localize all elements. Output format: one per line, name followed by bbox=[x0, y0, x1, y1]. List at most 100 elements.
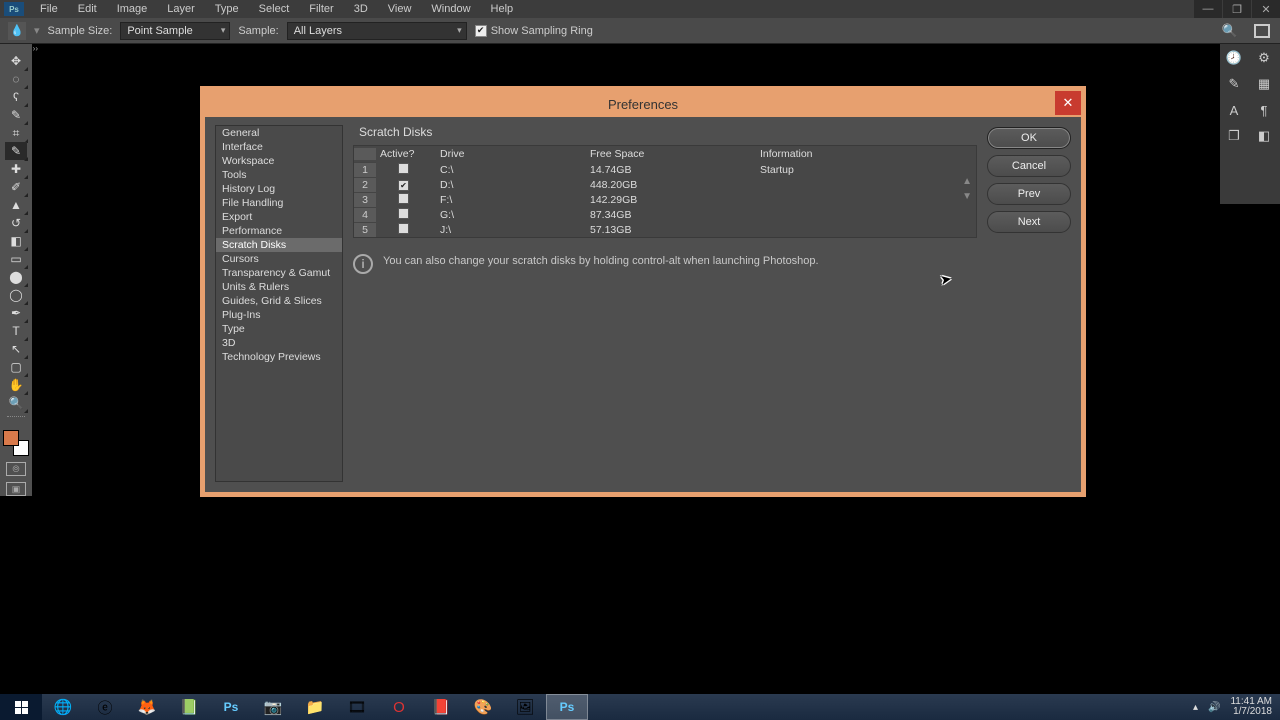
taskbar-mediaplayer[interactable]: 🎞 bbox=[336, 694, 378, 720]
search-icon[interactable]: 🔍 bbox=[1222, 23, 1238, 39]
minimize-button[interactable]: — bbox=[1194, 0, 1222, 18]
channels-panel-icon[interactable]: ◧ bbox=[1252, 126, 1276, 146]
taskbar-firefox[interactable]: 🦊 bbox=[126, 694, 168, 720]
character-panel-icon[interactable]: A bbox=[1222, 100, 1246, 120]
taskbar-camera[interactable]: 📷 bbox=[252, 694, 294, 720]
shape-tool[interactable]: ▢ bbox=[5, 358, 27, 376]
taskbar-chrome[interactable]: 🌐 bbox=[42, 694, 84, 720]
eyedropper-icon[interactable]: 💧 bbox=[8, 22, 26, 40]
table-row[interactable]: 1C:\14.74GBStartup bbox=[354, 162, 952, 177]
properties-panel-icon[interactable]: ⚙ bbox=[1252, 48, 1276, 68]
pref-category-3d[interactable]: 3D bbox=[216, 336, 342, 350]
pref-category-export[interactable]: Export bbox=[216, 210, 342, 224]
move-tool[interactable]: ✥ bbox=[5, 52, 27, 70]
pref-category-workspace[interactable]: Workspace bbox=[216, 154, 342, 168]
gradient-tool[interactable]: ▭ bbox=[5, 250, 27, 268]
menu-edit[interactable]: Edit bbox=[68, 3, 107, 15]
quick-select-tool[interactable]: ✎ bbox=[5, 106, 27, 124]
pref-category-units-rulers[interactable]: Units & Rulers bbox=[216, 280, 342, 294]
crop-tool[interactable]: ⌗ bbox=[5, 124, 27, 142]
taskbar-ie[interactable]: ⓔ bbox=[84, 694, 126, 720]
taskbar-explorer[interactable]: 📁 bbox=[294, 694, 336, 720]
taskbar-app1[interactable]: 🎨 bbox=[462, 694, 504, 720]
expand-toolbox-icon[interactable]: ›› bbox=[33, 44, 38, 53]
table-row[interactable]: 5J:\57.13GB bbox=[354, 222, 952, 237]
prev-button[interactable]: Prev bbox=[987, 183, 1071, 205]
menu-window[interactable]: Window bbox=[421, 3, 480, 15]
sample-dropdown[interactable]: All Layers bbox=[287, 22, 467, 40]
eraser-tool[interactable]: ◧ bbox=[5, 232, 27, 250]
type-tool[interactable]: T bbox=[5, 322, 27, 340]
show-sampling-ring-checkbox[interactable]: ✔ Show Sampling Ring bbox=[475, 25, 593, 37]
layers-panel-icon[interactable]: ❐ bbox=[1222, 126, 1246, 146]
pref-category-type[interactable]: Type bbox=[216, 322, 342, 336]
pref-category-scratch-disks[interactable]: Scratch Disks bbox=[216, 238, 342, 252]
taskbar-photoshop[interactable]: Ps bbox=[210, 694, 252, 720]
healing-tool[interactable]: ✚ bbox=[5, 160, 27, 178]
eyedropper-tool[interactable]: ✎ bbox=[5, 142, 27, 160]
tray-up-icon[interactable]: ▴ bbox=[1193, 702, 1198, 713]
blur-tool[interactable]: ⬤ bbox=[5, 268, 27, 286]
active-checkbox[interactable] bbox=[398, 223, 409, 234]
menu-3d[interactable]: 3D bbox=[344, 3, 378, 15]
path-select-tool[interactable]: ↖ bbox=[5, 340, 27, 358]
menu-filter[interactable]: Filter bbox=[299, 3, 343, 15]
brush-tool[interactable]: ✐ bbox=[5, 178, 27, 196]
brush-panel-icon[interactable]: ✎ bbox=[1222, 74, 1246, 94]
move-up-button[interactable]: ▲ bbox=[962, 176, 972, 187]
menu-type[interactable]: Type bbox=[205, 3, 249, 15]
menu-select[interactable]: Select bbox=[249, 3, 300, 15]
active-checkbox[interactable] bbox=[398, 208, 409, 219]
pref-category-file-handling[interactable]: File Handling bbox=[216, 196, 342, 210]
screenmode-icon[interactable]: ▣ bbox=[6, 482, 26, 496]
taskbar-opera[interactable]: O bbox=[378, 694, 420, 720]
sample-size-dropdown[interactable]: Point Sample bbox=[120, 22, 230, 40]
pref-category-plug-ins[interactable]: Plug-Ins bbox=[216, 308, 342, 322]
menu-file[interactable]: File bbox=[30, 3, 68, 15]
pen-tool[interactable]: ✒ bbox=[5, 304, 27, 322]
color-swatches[interactable] bbox=[3, 430, 29, 456]
ok-button[interactable]: OK bbox=[987, 127, 1071, 149]
cancel-button[interactable]: Cancel bbox=[987, 155, 1071, 177]
menu-layer[interactable]: Layer bbox=[157, 3, 205, 15]
pref-category-general[interactable]: General bbox=[216, 126, 342, 140]
dialog-close-button[interactable]: ✕ bbox=[1055, 91, 1081, 115]
pref-category-tools[interactable]: Tools bbox=[216, 168, 342, 182]
pref-category-guides-grid-slices[interactable]: Guides, Grid & Slices bbox=[216, 294, 342, 308]
swatches-panel-icon[interactable]: ▦ bbox=[1252, 74, 1276, 94]
taskbar-app2[interactable]: 🖼 bbox=[504, 694, 546, 720]
tray-volume-icon[interactable]: 🔊 bbox=[1208, 702, 1220, 713]
zoom-tool[interactable]: 🔍 bbox=[5, 394, 27, 412]
pref-category-transparency-gamut[interactable]: Transparency & Gamut bbox=[216, 266, 342, 280]
history-panel-icon[interactable]: 🕗 bbox=[1222, 48, 1246, 68]
history-brush-tool[interactable]: ↺ bbox=[5, 214, 27, 232]
lasso-tool[interactable]: ʕ bbox=[5, 88, 27, 106]
table-row[interactable]: 2✔D:\448.20GB bbox=[354, 177, 952, 192]
marquee-tool[interactable]: ◌ bbox=[5, 70, 27, 88]
tray-clock[interactable]: 11:41 AM 1/7/2018 bbox=[1230, 697, 1272, 718]
paragraph-panel-icon[interactable]: ¶ bbox=[1252, 100, 1276, 120]
menu-help[interactable]: Help bbox=[481, 3, 524, 15]
table-row[interactable]: 3F:\142.29GB bbox=[354, 192, 952, 207]
pref-category-cursors[interactable]: Cursors bbox=[216, 252, 342, 266]
menu-image[interactable]: Image bbox=[107, 3, 158, 15]
menu-view[interactable]: View bbox=[378, 3, 422, 15]
move-down-button[interactable]: ▼ bbox=[962, 191, 972, 202]
quickmask-icon[interactable]: ⦾ bbox=[6, 462, 26, 476]
pref-category-interface[interactable]: Interface bbox=[216, 140, 342, 154]
table-row[interactable]: 4G:\87.34GB bbox=[354, 207, 952, 222]
stamp-tool[interactable]: ▲ bbox=[5, 196, 27, 214]
start-button[interactable] bbox=[0, 694, 42, 720]
taskbar-photoshop-active[interactable]: Ps bbox=[546, 694, 588, 720]
pref-category-history-log[interactable]: History Log bbox=[216, 182, 342, 196]
taskbar-powerpoint[interactable]: 📕 bbox=[420, 694, 462, 720]
pref-category-performance[interactable]: Performance bbox=[216, 224, 342, 238]
close-window-button[interactable]: ✕ bbox=[1252, 0, 1280, 18]
active-checkbox[interactable]: ✔ bbox=[398, 180, 409, 191]
taskbar-excel[interactable]: 📗 bbox=[168, 694, 210, 720]
dialog-titlebar[interactable]: Preferences ✕ bbox=[205, 91, 1081, 117]
workspace-switcher-icon[interactable] bbox=[1254, 24, 1270, 38]
hand-tool[interactable]: ✋ bbox=[5, 376, 27, 394]
pref-category-technology-previews[interactable]: Technology Previews bbox=[216, 350, 342, 364]
dodge-tool[interactable]: ◯ bbox=[5, 286, 27, 304]
